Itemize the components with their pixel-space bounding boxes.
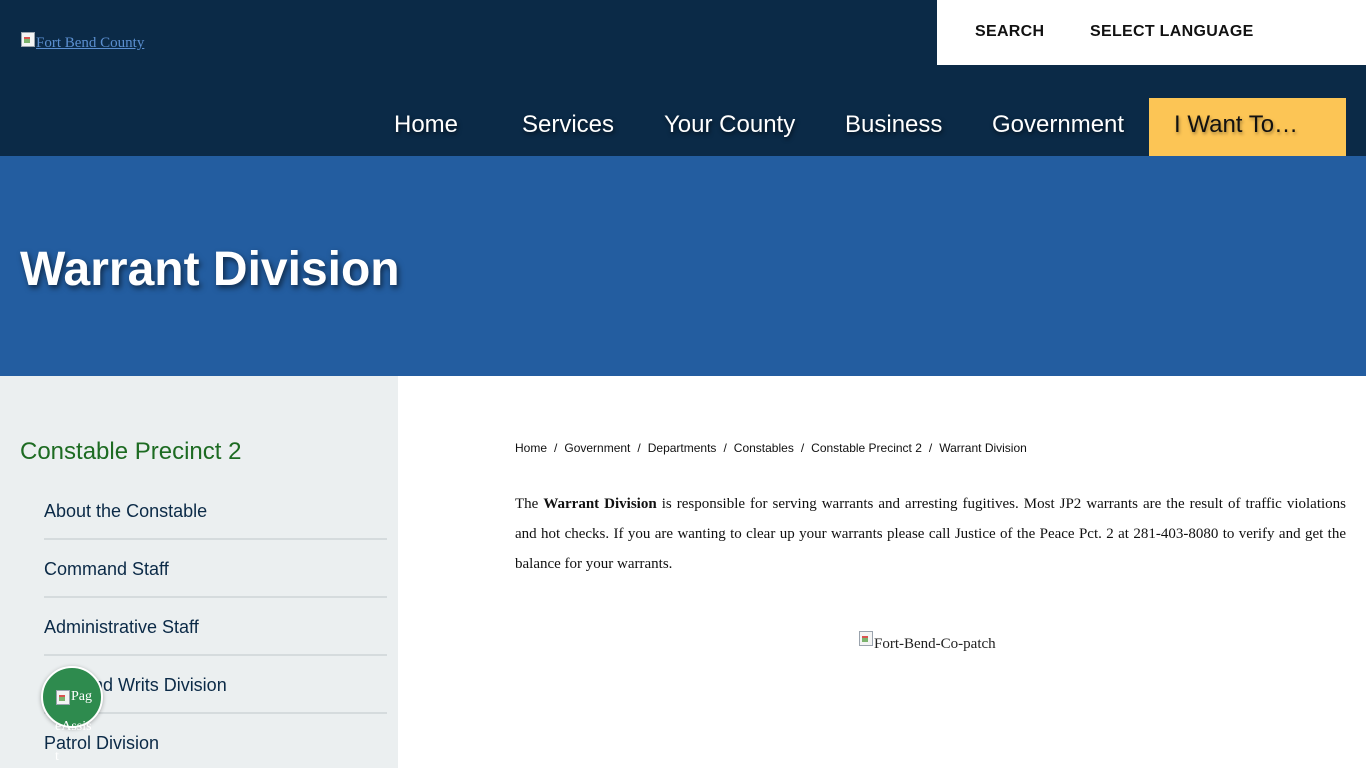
intro-paragraph: The Warrant Division is responsible for … [515, 496, 1347, 572]
broken-image-icon [20, 31, 36, 47]
sidebar-item-patrol-division[interactable]: Patrol Division [44, 714, 387, 768]
sidebar-item-command-staff[interactable]: Command Staff [44, 540, 387, 598]
patch-image-alt-text: Fort-Bend-Co-patch [874, 636, 996, 652]
breadcrumb-separator: / [723, 441, 727, 455]
sidebar-title[interactable]: Constable Precinct 2 [20, 438, 241, 466]
division-name: Warrant Division [543, 496, 657, 512]
breadcrumb-separator: / [554, 441, 558, 455]
breadcrumb-departments[interactable]: Departments [648, 441, 717, 455]
utility-bar: SEARCH SELECT LANGUAGE [937, 0, 1366, 65]
breadcrumb-separator: / [637, 441, 641, 455]
sidebar-item-administrative-staff[interactable]: Administrative Staff [44, 598, 387, 656]
nav-item-government[interactable]: Government [992, 98, 1124, 156]
breadcrumb-current: Warrant Division [939, 441, 1027, 455]
site-header: Fort Bend County SEARCH SELECT LANGUAGE … [0, 0, 1366, 156]
site-logo[interactable]: Fort Bend County [20, 31, 144, 52]
main-nav: Home Services Your County Business Gover… [0, 98, 1366, 156]
breadcrumb-constables[interactable]: Constables [734, 441, 794, 455]
breadcrumb-separator: / [800, 441, 805, 455]
breadcrumb-government[interactable]: Government [564, 441, 630, 455]
patch-image: Fort-Bend-Co-patch [858, 630, 996, 653]
select-language-button[interactable]: SELECT LANGUAGE [1090, 23, 1254, 41]
breadcrumb-constable-precinct-2[interactable]: Constable Precinct 2 [811, 441, 922, 455]
breadcrumb-home[interactable]: Home [515, 441, 547, 455]
logo-alt-text: Fort Bend County [36, 35, 145, 51]
sidebar-item-about-the-constable[interactable]: About the Constable [44, 482, 387, 540]
nav-item-i-want-to[interactable]: I Want To… [1149, 98, 1346, 156]
accessibility-button[interactable]: PageAssist [41, 666, 103, 764]
page-title: Warrant Division [20, 243, 400, 296]
nav-item-your-county[interactable]: Your County [664, 98, 795, 156]
broken-image-icon [858, 630, 874, 646]
nav-item-services[interactable]: Services [522, 98, 614, 156]
page-hero: Warrant Division [0, 156, 1366, 376]
sidebar-menu: About the Constable Command Staff Admini… [44, 482, 387, 768]
breadcrumb: Home / Government / Departments / Constables / C… [515, 441, 1027, 455]
search-button[interactable]: SEARCH [975, 23, 1044, 41]
broken-image-icon [55, 689, 71, 705]
breadcrumb-separator: / [928, 441, 933, 455]
nav-item-home[interactable]: Home [394, 98, 458, 156]
accessibility-alt-text: PageAssist [55, 689, 92, 764]
nav-item-business[interactable]: Business [845, 98, 942, 156]
